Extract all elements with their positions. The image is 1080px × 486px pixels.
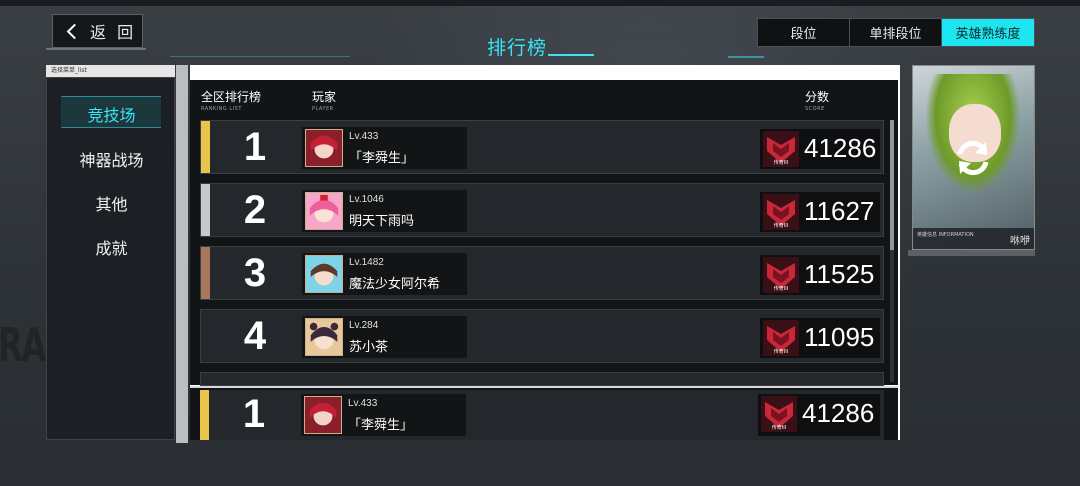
- player-score: 11095: [804, 322, 875, 352]
- hero-info-bar: 英雄信息 INFORMATION 咻咿: [913, 228, 1034, 249]
- table-row[interactable]: 4 Lv.284 苏小茶 传奇III 11095: [200, 309, 884, 363]
- back-button[interactable]: 返 回: [52, 14, 143, 48]
- rank-accent: [201, 121, 210, 173]
- column-player-header: 玩家 PLAYER: [312, 90, 337, 112]
- column-score-header: 分数 SCORE: [805, 90, 830, 112]
- player-name: 魔法少女阿尔希: [349, 277, 441, 292]
- hero-card-frame: [908, 250, 1035, 256]
- menu-item-arena[interactable]: 竞技场: [47, 102, 176, 126]
- menu-header: 选择菜单_list: [46, 65, 175, 77]
- svg-text:传奇III: 传奇III: [774, 159, 788, 166]
- svg-text:传奇III: 传奇III: [774, 222, 788, 229]
- rank-number: 1: [243, 125, 267, 169]
- my-rank-row: 1 Lv.433 「李舜生」 传奇III 41286: [190, 386, 898, 440]
- table-row[interactable]: 2 Lv.1046 明天下雨吗 传奇III 11627: [200, 183, 884, 237]
- menu-item-achievements[interactable]: 成就: [47, 235, 176, 259]
- rank-number: 2: [243, 188, 267, 232]
- legend-rank-badge-icon: 传奇III: [763, 194, 799, 230]
- tab-solo-rank[interactable]: 单排段位: [850, 19, 942, 46]
- chevron-left-icon: [66, 23, 83, 39]
- my-score: 41286: [802, 398, 875, 428]
- player-box: Lv.1482 魔法少女阿尔希: [302, 253, 467, 295]
- scrollbar-thumb[interactable]: [890, 120, 894, 250]
- refresh-icon[interactable]: [951, 136, 995, 180]
- my-player-box: Lv.433 「李舜生」: [301, 394, 466, 436]
- tab-rank[interactable]: 段位: [758, 19, 850, 46]
- back-label: 返 回: [90, 23, 137, 42]
- player-avatar[interactable]: [305, 255, 343, 293]
- score-box: 传奇III 11627: [760, 192, 880, 232]
- player-level: Lv.1482: [349, 257, 384, 268]
- hero-info-label: 英雄信息 INFORMATION: [917, 232, 974, 238]
- player-avatar[interactable]: [305, 318, 343, 356]
- menu-item-other[interactable]: 其他: [47, 191, 176, 215]
- rank-accent: [201, 247, 210, 299]
- player-level: Lv.433: [349, 131, 379, 142]
- legend-rank-badge-icon: 传奇III: [763, 320, 799, 356]
- title-underline: [548, 54, 594, 56]
- back-underline: [46, 48, 146, 50]
- svg-text:传奇III: 传奇III: [772, 424, 786, 431]
- legend-rank-badge-icon: 传奇III: [763, 257, 799, 293]
- rank-number: 4: [243, 314, 267, 358]
- table-row-partial[interactable]: [200, 372, 884, 386]
- player-name: 苏小茶: [349, 340, 389, 355]
- menu-side-bar: [176, 65, 188, 443]
- table-row[interactable]: 1 Lv.433 「李舜生」 传奇III 41286: [200, 120, 884, 174]
- page-title: 排行榜: [487, 37, 548, 59]
- score-box: 传奇III 41286: [760, 129, 880, 169]
- player-score: 11627: [804, 196, 875, 226]
- rank-accent: [201, 184, 210, 236]
- hero-card[interactable]: 英雄信息 INFORMATION 咻咿: [912, 65, 1035, 250]
- player-level: Lv.284: [349, 320, 379, 331]
- player-box: Lv.433 「李舜生」: [302, 127, 467, 169]
- player-box: Lv.1046 明天下雨吗: [302, 190, 467, 232]
- status-bar: [0, 0, 1080, 6]
- my-rank-row-inner: 1 Lv.433 「李舜生」 传奇III 41286: [200, 390, 884, 440]
- player-name: 「李舜生」: [349, 151, 415, 166]
- my-name: 「李舜生」: [348, 418, 414, 433]
- category-menu: 竞技场 神器战场 其他 成就: [46, 77, 175, 440]
- header-divider-right: [728, 56, 764, 58]
- player-box: Lv.284 苏小茶: [302, 316, 467, 358]
- score-box: 传奇III 11525: [760, 255, 880, 295]
- header-divider-left: [170, 56, 350, 57]
- legend-rank-badge-icon: 传奇III: [763, 131, 799, 167]
- tab-hero-proficiency[interactable]: 英雄熟练度: [942, 19, 1034, 46]
- svg-text:传奇III: 传奇III: [774, 285, 788, 292]
- menu-item-artifact-battlefield[interactable]: 神器战场: [47, 147, 176, 171]
- player-score: 11525: [804, 259, 875, 289]
- my-avatar[interactable]: [304, 396, 342, 434]
- hero-name: 咻咿: [1010, 236, 1030, 247]
- table-row[interactable]: 3 Lv.1482 魔法少女阿尔希 传奇III 11525: [200, 246, 884, 300]
- score-box: 传奇III 11095: [760, 318, 880, 358]
- player-avatar[interactable]: [305, 129, 343, 167]
- rank-number: 3: [243, 251, 267, 295]
- my-rank-number: 1: [242, 392, 266, 436]
- my-level: Lv.433: [348, 398, 378, 409]
- column-rank-header: 全区排行榜 RANKING LIST: [201, 90, 262, 112]
- player-score: 41286: [804, 133, 877, 163]
- player-avatar[interactable]: [305, 192, 343, 230]
- legend-rank-badge-icon: 传奇III: [761, 396, 797, 432]
- svg-text:传奇III: 传奇III: [774, 348, 788, 355]
- tab-bar: 段位 单排段位 英雄熟练度: [757, 18, 1035, 47]
- player-name: 明天下雨吗: [349, 214, 415, 229]
- player-level: Lv.1046: [349, 194, 384, 205]
- rank-accent: [200, 390, 209, 440]
- my-score-box: 传奇III 41286: [758, 394, 880, 436]
